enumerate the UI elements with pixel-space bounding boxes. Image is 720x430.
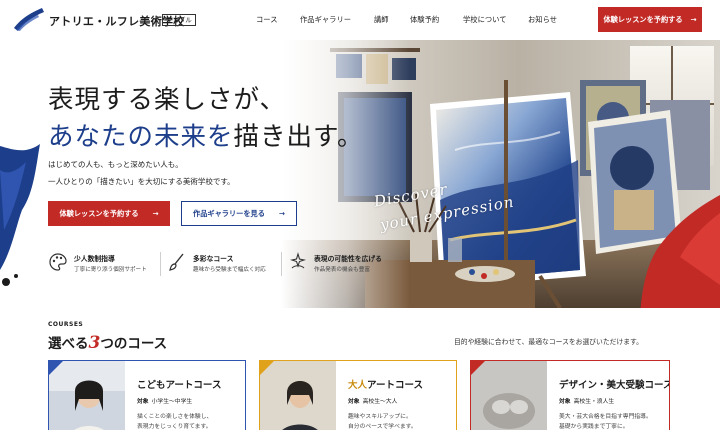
sparkle-icon [289, 252, 307, 269]
hero-headline: 表現する楽しさが、 あなたの未来を描き出す。 [48, 82, 363, 156]
nav-news[interactable]: お知らせ [528, 15, 557, 25]
course-card-design[interactable]: デザイン・美大受験コース 対象 高校生・浪人生 美大・芸大合格を目指す専門指導。基… [470, 360, 670, 430]
course-title: こどもアートコース [137, 380, 222, 391]
site-header: アトリエ・ルフレ美術学校 サンプル コース 作品ギャラリー 講師 体験予約 学校… [0, 0, 720, 40]
nav-gallery[interactable]: 作品ギャラリー [300, 15, 351, 25]
headline-line-2: あなたの未来を描き出す。 [48, 119, 363, 156]
courses-title-b: つのコース [100, 336, 168, 352]
courses-title-a: 選べる [48, 336, 89, 352]
feature-title: 表現の可能性を広げる [314, 255, 382, 263]
arrow-right-icon: → [278, 209, 285, 218]
headline-accent: あなたの未来を [48, 122, 234, 152]
feature-title: 少人数制指導 [74, 255, 115, 263]
feature-text: 作品発表の機会も豊富 [314, 267, 370, 273]
brush-icon [169, 253, 184, 271]
headline-line-1: 表現する楽しさが、 [48, 85, 286, 115]
blue-brush-stroke [0, 144, 40, 286]
subtext-line-2: 一人ひとりの「描きたい」を大切にする美術学校です。 [48, 177, 235, 186]
desc-line: 美大・芸大合格を目指す専門指導。 [559, 414, 652, 420]
gallery-button[interactable]: 作品ギャラリーを見る → [181, 201, 297, 226]
courses-eyebrow: COURSES [48, 321, 84, 328]
header-trial-label: 体験レッスンを予約する [603, 14, 683, 24]
hero-subtext: はじめての人も、もっと深めたい人も。 一人ひとりの「描きたい」を大切にする美術学… [48, 156, 235, 190]
trial-lesson-label: 体験レッスンを予約する [59, 208, 139, 218]
card-corner [49, 361, 63, 375]
feature-small-class: 少人数制指導 丁寧に寄り添う個別サポート [48, 250, 156, 278]
course-card-kids[interactable]: こどもアートコース 対象 小学生〜中学生 描くことの楽しさを体験し、 表現力をじっく… [48, 360, 246, 430]
courses-title: 選べる3つのコース [48, 332, 167, 353]
hero-section: 表現する楽しさが、 あなたの未来を描き出す。 はじめての人も、もっと深めたい人も… [0, 40, 720, 308]
course-target: 対象 高校生・浪人生 [559, 396, 614, 405]
feature-expression: 表現の可能性を広げる 作品発表の機会も豊富 [288, 250, 406, 278]
feature-title: 多彩なコース [193, 255, 234, 263]
course-desc: 描くことの楽しさを体験し、 表現力をじっくり育てます。 [137, 412, 212, 430]
card-corner [471, 361, 485, 375]
course-title: デザイン・美大受験コース [559, 380, 670, 391]
divider [160, 252, 161, 276]
courses-section: COURSES 選べる3つのコース 目的や経験に合わせて、最適なコースをお選びい… [0, 308, 720, 430]
desc-line: 自分のペースで学べます。 [348, 424, 417, 430]
gallery-label: 作品ギャラリーを見る [193, 208, 265, 218]
arrow-right-icon: → [152, 209, 159, 218]
sample-badge: サンプル [162, 14, 196, 26]
target-label: 対象 [348, 399, 360, 405]
header-trial-button[interactable]: 体験レッスンを予約する → [598, 7, 702, 32]
course-title: 大人アートコース [348, 377, 423, 391]
course-card-adult[interactable]: 大人アートコース 対象 高校生〜大人 趣味やスキルアップに。 自分のペースで学べます… [259, 360, 457, 430]
nav-trial[interactable]: 体験予約 [410, 15, 439, 25]
logo-brush-icon [14, 8, 44, 31]
course-title-accent: 大人 [348, 380, 368, 391]
course-target: 対象 小学生〜中学生 [137, 396, 192, 405]
feature-text: 丁寧に寄り添う個別サポート [74, 267, 147, 273]
target-value: 高校生・浪人生 [573, 399, 615, 405]
course-desc: 趣味やスキルアップに。 自分のペースで学べます。 [348, 412, 417, 430]
course-desc: 美大・芸大合格を目指す専門指導。 基礎から実践まで丁寧に。 [559, 412, 652, 430]
arrow-right-icon: → [690, 15, 697, 24]
nav-instructors[interactable]: 講師 [374, 15, 389, 25]
desc-line: 表現力をじっくり育てます。 [137, 424, 212, 430]
feature-courses: 多彩なコース 趣味から受験まで幅広く対応 [167, 250, 277, 278]
card-corner [260, 361, 274, 375]
red-brush-stroke [640, 195, 720, 308]
target-label: 対象 [137, 399, 149, 405]
headline-end: 描き出す。 [233, 122, 364, 152]
course-title-rest: アートコース [367, 380, 423, 391]
target-label: 対象 [559, 399, 571, 405]
courses-description: 目的や経験に合わせて、最適なコースをお選びいただけます。 [454, 338, 643, 346]
nav-courses[interactable]: コース [256, 15, 278, 25]
divider [281, 252, 282, 276]
desc-line: 基礎から実践まで丁寧に。 [559, 424, 629, 430]
desc-line: 描くことの楽しさを体験し、 [137, 414, 213, 420]
nav-about[interactable]: 学校について [463, 15, 507, 25]
palette-icon [49, 253, 67, 271]
course-target: 対象 高校生〜大人 [348, 396, 397, 405]
feature-text: 趣味から受験まで幅広く対応 [193, 267, 266, 273]
target-value: 高校生〜大人 [362, 399, 398, 405]
desc-line: 趣味やスキルアップに。 [348, 414, 412, 420]
subtext-line-1: はじめての人も、もっと深めたい人も。 [48, 160, 183, 169]
target-value: 小学生〜中学生 [151, 399, 193, 405]
courses-title-number: 3 [88, 333, 101, 353]
trial-lesson-button[interactable]: 体験レッスンを予約する → [48, 201, 170, 226]
